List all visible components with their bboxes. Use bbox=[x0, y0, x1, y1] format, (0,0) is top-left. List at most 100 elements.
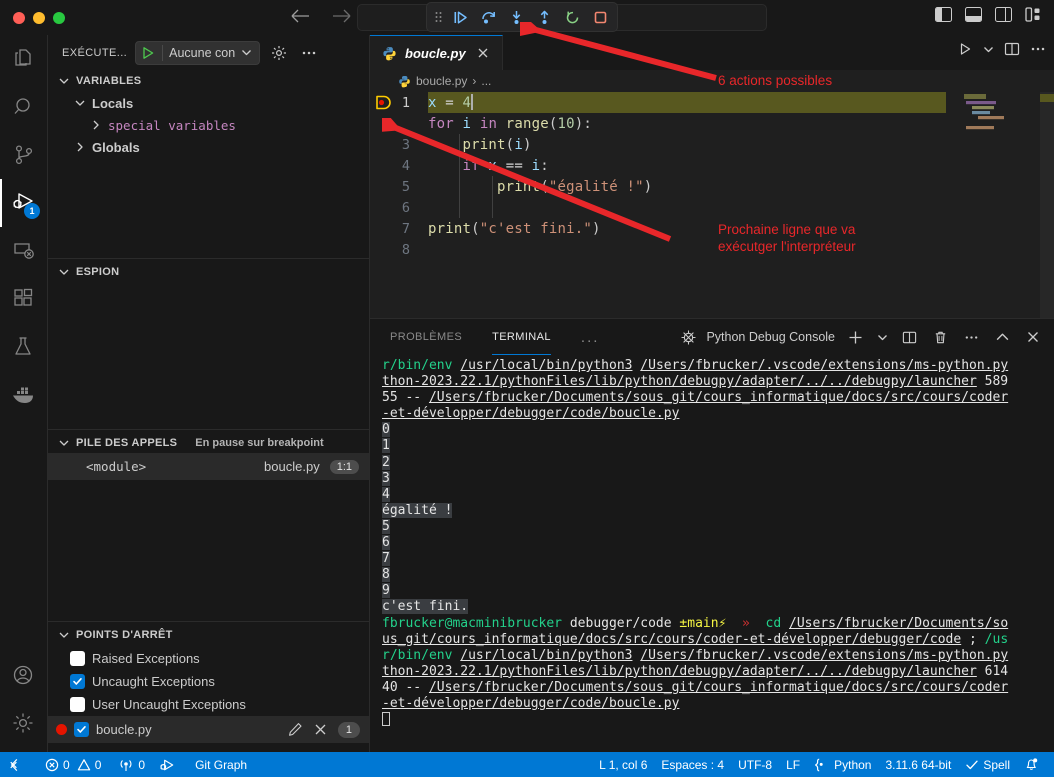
panel-actions: Python Debug Console bbox=[680, 319, 1044, 355]
status-problems[interactable]: 0 0 bbox=[29, 752, 108, 777]
breadcrumb-rest[interactable]: ... bbox=[481, 74, 491, 88]
panel-tab-terminal[interactable]: TERMINAL bbox=[492, 319, 551, 355]
debug-toolbar-drag-handle[interactable] bbox=[431, 7, 445, 27]
debug-step-out-button[interactable] bbox=[531, 5, 557, 29]
activitybar-item-explorer[interactable] bbox=[0, 35, 48, 83]
breakpoint-file-label: boucle.py bbox=[96, 722, 152, 737]
debug-step-over-button[interactable] bbox=[475, 5, 501, 29]
breadcrumb-file[interactable]: boucle.py bbox=[416, 74, 467, 88]
section-header-variables[interactable]: VARIABLES bbox=[48, 70, 369, 92]
code-line[interactable]: 3 print(i) bbox=[370, 134, 1054, 155]
split-editor-icon[interactable] bbox=[1004, 41, 1020, 57]
activitybar-item-search[interactable] bbox=[0, 83, 48, 131]
status-python-interpreter[interactable]: 3.11.6 64-bit bbox=[878, 752, 958, 777]
status-eol[interactable]: LF bbox=[779, 752, 807, 777]
section-header-watch[interactable]: ESPION bbox=[48, 258, 369, 282]
forward-arrow-icon[interactable] bbox=[332, 8, 352, 24]
toggle-panel-icon[interactable] bbox=[965, 7, 982, 22]
kill-terminal-button[interactable] bbox=[929, 326, 951, 348]
pencil-icon[interactable] bbox=[288, 722, 303, 737]
panel-tab-more[interactable]: ... bbox=[581, 319, 600, 355]
panel-tab-problems[interactable]: PROBLÈMES bbox=[390, 319, 462, 355]
code-line[interactable]: 1 x = 4 bbox=[370, 92, 1054, 113]
minimap[interactable] bbox=[964, 92, 1040, 318]
breakpoint-row-file[interactable]: boucle.py 1 bbox=[48, 716, 369, 743]
close-window-button[interactable] bbox=[13, 12, 25, 24]
close-icon[interactable] bbox=[314, 723, 327, 736]
toggle-secondary-sidebar-icon[interactable] bbox=[995, 7, 1012, 22]
code-line[interactable]: 5 print("égalité !") bbox=[370, 176, 1054, 197]
section-header-callstack[interactable]: PILE DES APPELS En pause sur breakpoint bbox=[48, 429, 369, 453]
variables-row-globals[interactable]: Globals bbox=[48, 136, 369, 158]
code-line[interactable]: 4 if x == i: bbox=[370, 155, 1054, 176]
split-terminal-button[interactable] bbox=[898, 326, 920, 348]
code-line[interactable]: 2 for i in range(10): bbox=[370, 113, 1054, 134]
status-indentation[interactable]: Espaces : 4 bbox=[654, 752, 731, 777]
variables-label: special variables bbox=[108, 118, 236, 133]
breakpoint-row-uncaught-exceptions[interactable]: Uncaught Exceptions bbox=[48, 670, 369, 693]
run-configuration-select[interactable]: Aucune con bbox=[135, 41, 260, 65]
command-center-right[interactable] bbox=[641, 4, 767, 31]
activitybar-item-run-and-debug[interactable]: 1 bbox=[0, 179, 48, 227]
activitybar-item-source-control[interactable] bbox=[0, 131, 48, 179]
warning-icon bbox=[77, 758, 91, 772]
terminal-name[interactable]: Python Debug Console bbox=[706, 330, 835, 344]
debug-restart-button[interactable] bbox=[559, 5, 585, 29]
maximize-window-button[interactable] bbox=[53, 12, 65, 24]
terminal-output[interactable]: r/bin/env /usr/local/bin/python3 /Users/… bbox=[370, 355, 1054, 752]
code-line[interactable]: 7 print("c'est fini.") bbox=[370, 218, 1054, 239]
status-language-mode[interactable]: Python bbox=[807, 752, 878, 777]
activitybar-item-remote-explorer[interactable] bbox=[0, 227, 48, 275]
status-spell-checker[interactable]: Spell bbox=[958, 752, 1017, 777]
terminal-more-actions-button[interactable] bbox=[960, 326, 982, 348]
status-debug[interactable] bbox=[152, 752, 183, 777]
breakpoint-checkbox[interactable] bbox=[70, 674, 85, 689]
status-cursor-position[interactable]: L 1, col 6 bbox=[592, 752, 654, 777]
section-header-breakpoints[interactable]: POINTS D'ARRÊT bbox=[48, 621, 369, 645]
status-encoding[interactable]: UTF-8 bbox=[731, 752, 779, 777]
status-git-graph[interactable]: Git Graph bbox=[183, 752, 254, 777]
chevron-down-icon[interactable] bbox=[983, 44, 994, 55]
terminal-segment: -et-développer/debugger/code/boucle.py bbox=[382, 406, 679, 421]
editor-tab-close-button[interactable] bbox=[474, 44, 492, 62]
activitybar-item-docker[interactable] bbox=[0, 371, 48, 419]
editor-overview-ruler[interactable] bbox=[1040, 92, 1054, 318]
back-arrow-icon[interactable] bbox=[290, 8, 310, 24]
debug-badge: 1 bbox=[24, 203, 40, 219]
code-editor[interactable]: 1 x = 4 2 for i in range(10): 3 print bbox=[370, 92, 1054, 318]
close-panel-button[interactable] bbox=[1022, 326, 1044, 348]
run-python-file-icon[interactable] bbox=[957, 41, 973, 57]
debug-step-into-button[interactable] bbox=[503, 5, 529, 29]
variables-row-locals[interactable]: Locals bbox=[48, 92, 369, 114]
breadcrumb[interactable]: boucle.py › ... bbox=[370, 70, 1054, 92]
editor-tab-boucle-py[interactable]: boucle.py bbox=[370, 35, 503, 70]
editor-more-actions-icon[interactable] bbox=[1030, 41, 1046, 57]
new-terminal-button[interactable] bbox=[844, 326, 866, 348]
toggle-primary-sidebar-icon[interactable] bbox=[935, 7, 952, 22]
variables-row-special-variables[interactable]: special variables bbox=[48, 114, 369, 136]
breakpoint-checkbox[interactable] bbox=[74, 722, 89, 737]
activitybar-item-manage[interactable] bbox=[0, 700, 48, 748]
terminal-dropdown-button[interactable] bbox=[875, 326, 889, 348]
minimize-window-button[interactable] bbox=[33, 12, 45, 24]
callstack-row[interactable]: <module> boucle.py 1:1 bbox=[48, 453, 369, 480]
debug-settings-button[interactable] bbox=[268, 42, 290, 64]
activitybar-item-testing[interactable] bbox=[0, 323, 48, 371]
debug-stop-button[interactable] bbox=[587, 5, 613, 29]
activitybar-item-accounts[interactable] bbox=[0, 652, 48, 700]
gear-icon bbox=[271, 45, 287, 61]
maximize-panel-button[interactable] bbox=[991, 326, 1013, 348]
breakpoint-checkbox[interactable] bbox=[70, 697, 85, 712]
activitybar-item-extensions[interactable] bbox=[0, 275, 48, 323]
breakpoint-row-raised-exceptions[interactable]: Raised Exceptions bbox=[48, 647, 369, 670]
breakpoint-row-user-uncaught-exceptions[interactable]: User Uncaught Exceptions bbox=[48, 693, 369, 716]
breakpoint-checkbox[interactable] bbox=[70, 651, 85, 666]
debug-continue-button[interactable] bbox=[447, 5, 473, 29]
sidebar-more-actions-button[interactable] bbox=[298, 42, 320, 64]
status-remote-indicator[interactable] bbox=[0, 752, 29, 777]
customize-layout-icon[interactable] bbox=[1025, 7, 1042, 22]
code-line[interactable]: 8 bbox=[370, 239, 1054, 260]
status-ports[interactable]: 0 bbox=[108, 752, 152, 777]
status-notifications[interactable] bbox=[1017, 752, 1046, 777]
code-line[interactable]: 6 bbox=[370, 197, 1054, 218]
